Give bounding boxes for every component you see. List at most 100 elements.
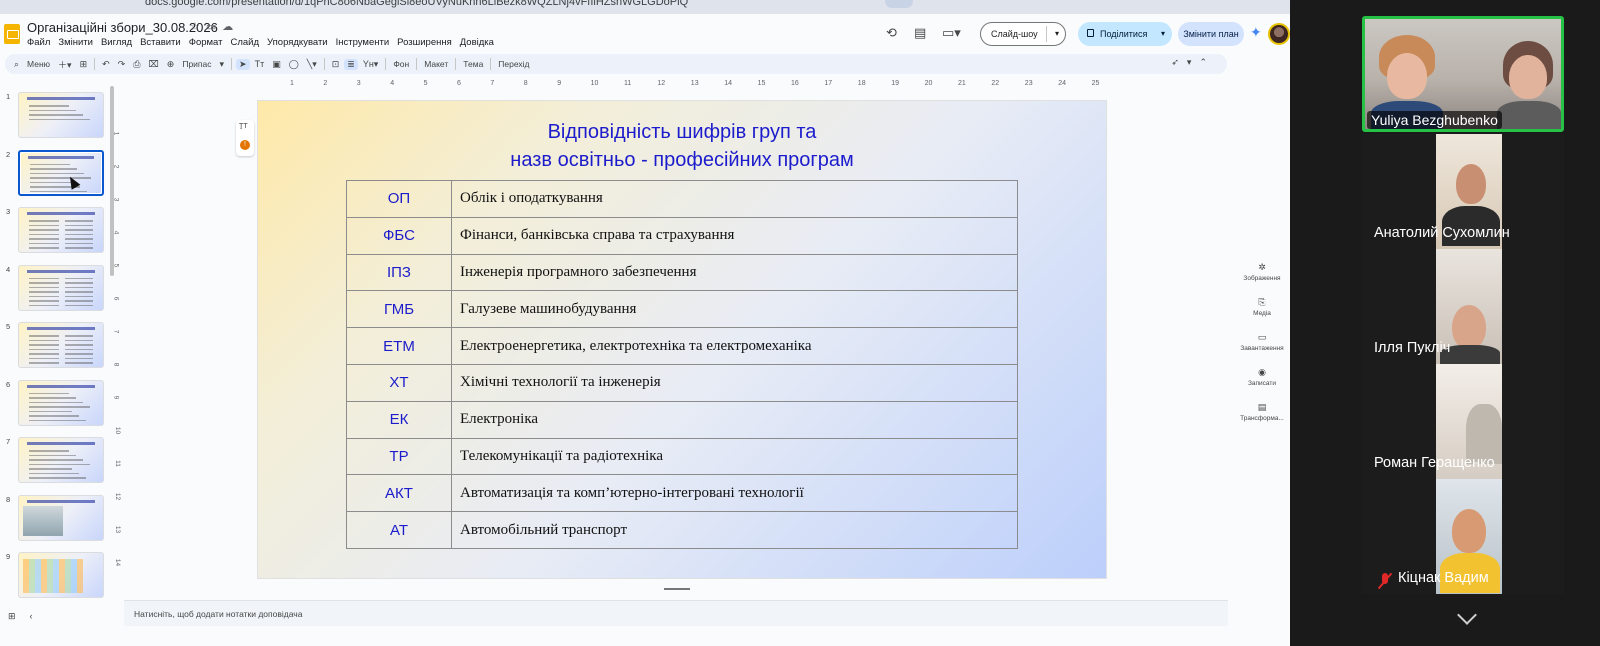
table-row[interactable]: АКТ Автоматизація та комп’ютерно-інтегров… <box>346 474 1018 513</box>
share-button[interactable]: Поділитися ▾ <box>1078 22 1172 46</box>
align-icon[interactable]: ≣ <box>344 58 358 70</box>
print-icon[interactable]: ⎙ <box>130 59 143 70</box>
slide-thumbnail[interactable]: 5 <box>4 322 104 370</box>
collapse-toolbar-icon[interactable]: ⌃ <box>1199 57 1215 67</box>
menu-view[interactable]: Вигляд <box>101 37 132 48</box>
slide-canvas[interactable]: Відповідність шифрів груп та назв освітн… <box>258 101 1106 578</box>
theme-button[interactable]: Тема <box>460 59 486 69</box>
slide-preview[interactable] <box>18 149 104 196</box>
horizontal-ruler[interactable]: 1 2 3 4 5 6 7 8 9 10 11 12 13 14 15 16 17 18 19 20 21 22 23 24 2… <box>256 80 1106 90</box>
group-code-cell[interactable]: ОП <box>346 180 452 218</box>
slide-filmstrip[interactable]: 123456789 <box>0 80 120 600</box>
slide-thumbnail[interactable]: 9 <box>4 552 104 600</box>
new-slide-icon[interactable]: ＋▾ <box>55 58 75 71</box>
comment-add-icon[interactable]: ⊡ <box>329 59 343 70</box>
slide-thumbnail[interactable]: 8 <box>4 494 104 543</box>
zoom-icon[interactable]: ⊕ <box>164 59 178 70</box>
chevron-down-icon[interactable]: ▾ <box>1055 29 1059 38</box>
url-text[interactable]: docs.google.com/presentation/d/1qPhC8o6N… <box>145 0 688 8</box>
search-icon[interactable]: ⌕ <box>11 59 22 70</box>
side-rail-item[interactable]: ⎘ Медіа <box>1234 297 1290 317</box>
table-row[interactable]: ЕТМ Електроенергетика, електротехніка та … <box>346 327 1018 365</box>
program-name-cell[interactable]: Автомобільний транспорт <box>451 511 1018 549</box>
group-code-cell[interactable]: ІПЗ <box>346 253 452 292</box>
side-rail-item[interactable]: ◉ Записати <box>1234 367 1290 387</box>
table-row[interactable]: ЕК Електроніка <box>346 400 1018 439</box>
notes-resize-handle[interactable] <box>664 588 690 590</box>
slide-title-line2[interactable]: назв освітньо - професійних програм <box>258 147 1106 174</box>
warning-icon[interactable]: ! <box>240 140 250 150</box>
slide-title-line1[interactable]: Відповідність шифрів груп та <box>258 119 1106 146</box>
change-plan-button[interactable]: Змінити план <box>1178 22 1244 46</box>
participant-tile[interactable]: Роман Геращенко <box>1362 364 1564 479</box>
text-format-icon[interactable]: ṮT <box>239 123 248 130</box>
side-rail-item[interactable]: ✲ Зображення <box>1234 262 1290 282</box>
undo-icon[interactable]: ↶ <box>99 59 113 70</box>
group-code-cell[interactable]: АКТ <box>346 474 452 513</box>
participant-tile-main[interactable]: Yuliya Bezghubenko <box>1362 16 1564 132</box>
table-row[interactable]: ІПЗ Інженерія програмного забезпечення <box>346 253 1018 292</box>
group-code-cell[interactable]: ТР <box>346 437 452 476</box>
table-row[interactable]: АТ Автомобільний транспорт <box>346 511 1018 549</box>
shape-icon[interactable]: ◯ <box>286 59 302 70</box>
account-avatar[interactable] <box>1268 23 1290 45</box>
redo-icon[interactable]: ↷ <box>115 59 129 70</box>
table-row[interactable]: ХТ Хімічні технології та інженерія <box>346 363 1018 402</box>
menu-slide[interactable]: Слайд <box>230 37 259 48</box>
table-row[interactable]: ТР Телекомунікації та радіотехніка <box>346 437 1018 476</box>
background-button[interactable]: Фон <box>390 59 412 69</box>
table-row[interactable]: ГМБ Галузеве машинобудування <box>346 290 1018 329</box>
program-name-cell[interactable]: Автоматизація та комп’ютерно-інтегровані… <box>451 474 1018 513</box>
speaker-notes-panel[interactable]: Натисніть, щоб додати нотатки доповідача <box>124 600 1228 626</box>
group-code-cell[interactable]: ФБС <box>346 216 452 255</box>
chevron-down-icon[interactable]: ▾ <box>1161 29 1165 38</box>
paint-format-icon[interactable]: ⌧ <box>145 59 161 70</box>
table-row[interactable]: ОП Облік і оподаткування <box>346 180 1018 218</box>
table-row[interactable]: ФБС Фінанси, банківська справа та страхув… <box>346 216 1018 255</box>
side-rail-item[interactable]: ▭ Завантаження <box>1234 332 1290 352</box>
menu-edit[interactable]: Змінити <box>58 37 93 48</box>
group-code-cell[interactable]: АТ <box>346 511 452 549</box>
group-code-cell[interactable]: ХТ <box>346 363 452 402</box>
slide-thumbnail[interactable]: 4 <box>4 264 104 313</box>
chevron-down-icon[interactable]: ▾ <box>217 59 228 70</box>
zoom-fit-select[interactable]: Припас <box>179 59 214 69</box>
program-name-cell[interactable]: Облік і оподаткування <box>451 180 1018 218</box>
image-icon[interactable]: ▣ <box>269 59 284 70</box>
pen-icon[interactable]: ➶▾ <box>1171 57 1199 67</box>
participant-tile[interactable]: Ілля Пукліч <box>1362 249 1564 364</box>
slide-preview[interactable] <box>18 264 104 311</box>
cloud-icon[interactable]: ☁ <box>222 21 239 33</box>
slide-thumbnail[interactable]: 3 <box>4 207 104 255</box>
menu-extensions[interactable]: Розширення <box>397 37 452 48</box>
slideshow-button[interactable]: Слайд-шоу ▾ <box>980 22 1066 46</box>
slide-preview[interactable] <box>18 552 104 598</box>
slide-thumbnail[interactable]: 1 <box>4 92 104 140</box>
participant-tile[interactable]: Кіцнак Вадим <box>1362 479 1564 594</box>
slide-preview[interactable] <box>18 92 104 138</box>
slide-preview[interactable] <box>18 437 104 483</box>
program-name-cell[interactable]: Телекомунікації та радіотехніка <box>451 437 1018 476</box>
program-name-cell[interactable]: Електроніка <box>451 400 1018 439</box>
slide-thumbnail[interactable]: 7 <box>4 437 104 485</box>
program-name-cell[interactable]: Інженерія програмного забезпечення <box>451 253 1018 292</box>
vertical-ruler[interactable]: 1 2 3 4 5 6 7 8 9 10 11 12 13 14 <box>112 100 124 578</box>
star-icon[interactable]: ☆ <box>190 21 206 33</box>
program-name-cell[interactable]: Галузеве машинобудування <box>451 290 1018 329</box>
group-code-cell[interactable]: ГМБ <box>346 290 452 329</box>
menu-tools[interactable]: Інструменти <box>336 37 390 48</box>
slide-preview[interactable] <box>18 379 104 426</box>
program-name-cell[interactable]: Хімічні технології та інженерія <box>451 363 1018 402</box>
move-folder-icon[interactable]: ▭ <box>206 21 222 33</box>
meet-camera-icon[interactable]: ▭▾ <box>942 25 961 41</box>
select-cursor-icon[interactable]: ➤ <box>236 58 250 70</box>
grid-view-icon[interactable]: ⊞ <box>8 611 30 621</box>
slide-preview[interactable] <box>18 494 104 541</box>
menu-file[interactable]: Файл <box>27 37 50 48</box>
menu-arrange[interactable]: Упорядкувати <box>267 37 328 48</box>
gemini-sparkle-icon[interactable]: ✦ <box>1250 24 1262 41</box>
slide-thumbnail[interactable]: 6 <box>4 379 104 428</box>
text-style-icon[interactable]: Yн▾ <box>360 59 382 70</box>
program-name-cell[interactable]: Фінанси, банківська справа та страхуванн… <box>451 216 1018 255</box>
participant-tile[interactable]: Анатолий Сухомлин <box>1362 134 1564 249</box>
